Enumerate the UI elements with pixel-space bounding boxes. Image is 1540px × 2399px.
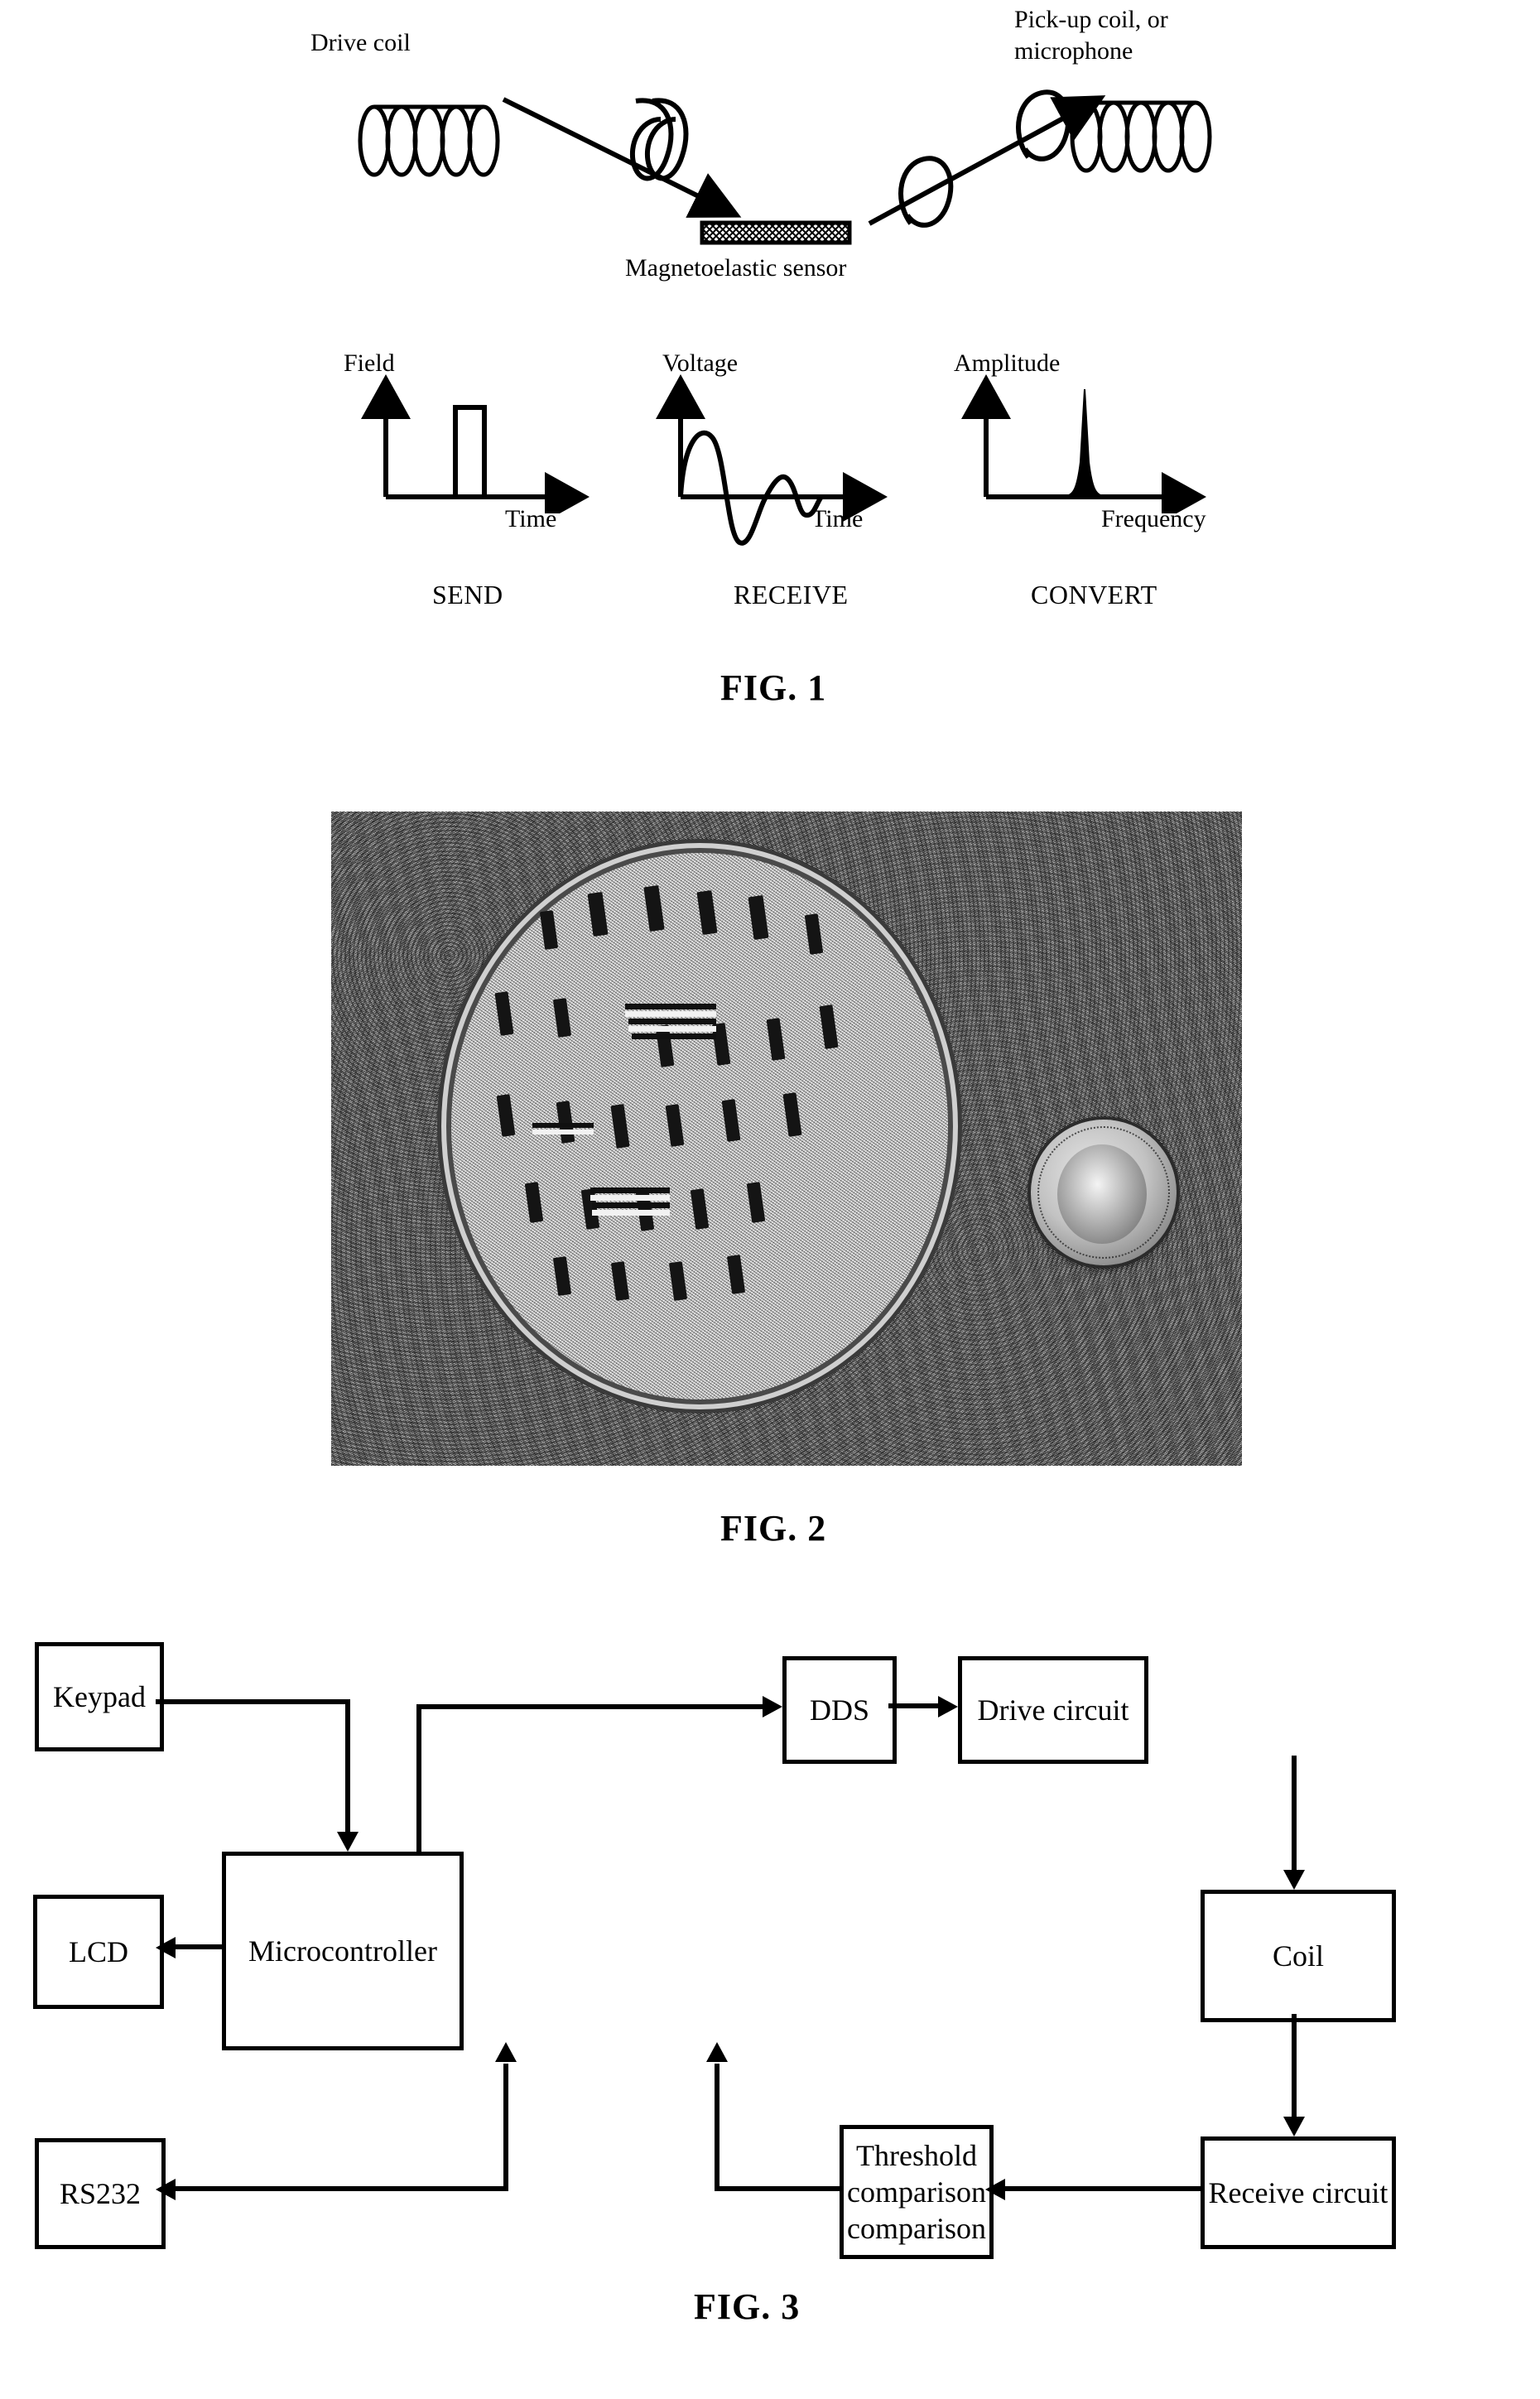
block-threshold-comparison-label-line2: comparison (847, 2212, 986, 2245)
arrowhead-mcu-top-right-feed (495, 2042, 517, 2062)
arrowhead-mcu-to-dds (763, 1696, 782, 1717)
convert-plot (961, 374, 1206, 513)
magnetoelastic-sensor-icon (700, 220, 852, 245)
connector-drive-to-coil-v (1292, 1756, 1297, 1870)
block-lcd[interactable]: LCD (33, 1895, 164, 2009)
receive-plot (656, 374, 888, 546)
block-receive-circuit[interactable]: Receive circuit (1201, 2136, 1396, 2249)
figure-1: Drive coil Pick-up coil, or microphone M… (0, 0, 1540, 745)
figure-2-caption: FIG. 2 (720, 1508, 827, 1549)
petri-dish (451, 853, 948, 1399)
figure-2-photograph (331, 812, 1242, 1466)
arrowhead-coil-to-receive (1283, 2117, 1305, 2136)
block-keypad-label: Keypad (53, 1680, 146, 1713)
convert-plot-xlabel: Frequency (1101, 505, 1206, 532)
magnetoelastic-sensor-label: Magnetoelastic sensor (625, 254, 847, 282)
receive-field-arrow (868, 89, 1106, 228)
connector-threshold-to-mcu-h (715, 2186, 840, 2191)
connector-mcu-to-lcd-h (176, 1944, 225, 1949)
send-stage-label: SEND (432, 580, 503, 609)
arrowhead-receive-to-threshold (985, 2179, 1005, 2200)
arrowhead-threshold-to-mcu (706, 2042, 728, 2062)
block-threshold-comparison[interactable]: Threshold comparison comparison (840, 2125, 994, 2259)
connector-threshold-to-mcu-v (715, 2064, 719, 2191)
connector-dds-to-drive-h (888, 1703, 940, 1708)
connector-receive-to-threshold-h (1005, 2186, 1202, 2191)
figure-1-caption: FIG. 1 (720, 667, 827, 708)
arrowhead-keypad-to-mcu (337, 1832, 359, 1852)
block-drive-circuit[interactable]: Drive circuit (958, 1656, 1148, 1764)
block-rs232[interactable]: RS232 (35, 2138, 166, 2249)
block-drive-circuit-label: Drive circuit (977, 1693, 1129, 1727)
block-keypad[interactable]: Keypad (35, 1642, 164, 1751)
pickup-coil-label-line2: microphone (1014, 37, 1133, 65)
receive-stage-label: RECEIVE (734, 580, 849, 609)
block-threshold-comparison-label-line1: Threshold comparison (847, 2139, 986, 2209)
connector-mcu-to-rs232-v (503, 2064, 508, 2191)
block-coil-label: Coil (1272, 1939, 1324, 1973)
block-rs232-label: RS232 (59, 2177, 142, 2210)
connector-keypad-to-mcu-h (156, 1699, 350, 1704)
block-microcontroller[interactable]: Microcontroller (222, 1852, 464, 2050)
connector-mcu-to-dds-v (416, 1704, 421, 1853)
block-dds-label: DDS (809, 1693, 870, 1727)
arrowhead-dds-to-drive (938, 1696, 958, 1717)
block-microcontroller-label: Microcontroller (248, 1934, 437, 1968)
block-coil[interactable]: Coil (1201, 1890, 1396, 2022)
block-lcd-label: LCD (69, 1935, 128, 1968)
figure-3-caption: FIG. 3 (694, 2286, 801, 2327)
arrowhead-mcu-to-lcd (156, 1937, 176, 1958)
connector-mcu-to-rs232-h (176, 2186, 508, 2191)
dish-texture (451, 853, 948, 1399)
connector-coil-to-receive-v (1292, 2014, 1297, 2117)
receive-plot-xlabel: Time (811, 505, 864, 532)
dime-coin-scale-reference (1031, 1120, 1177, 1265)
send-plot-xlabel: Time (505, 505, 557, 532)
block-receive-circuit-label: Receive circuit (1208, 2176, 1388, 2209)
coin-rim (1037, 1126, 1170, 1259)
connector-keypad-to-mcu-v (345, 1699, 350, 1832)
convert-stage-label: CONVERT (1031, 580, 1157, 609)
drive-coil-label: Drive coil (310, 29, 411, 56)
block-dds[interactable]: DDS (782, 1656, 897, 1764)
arrowhead-drive-to-coil (1283, 1870, 1305, 1890)
connector-mcu-to-dds-h (416, 1704, 764, 1709)
pickup-coil-label-line1: Pick-up coil, or (1014, 6, 1168, 33)
drive-coil-icon (358, 104, 500, 177)
arrowhead-mcu-to-rs232 (156, 2179, 176, 2200)
send-plot (361, 374, 590, 513)
